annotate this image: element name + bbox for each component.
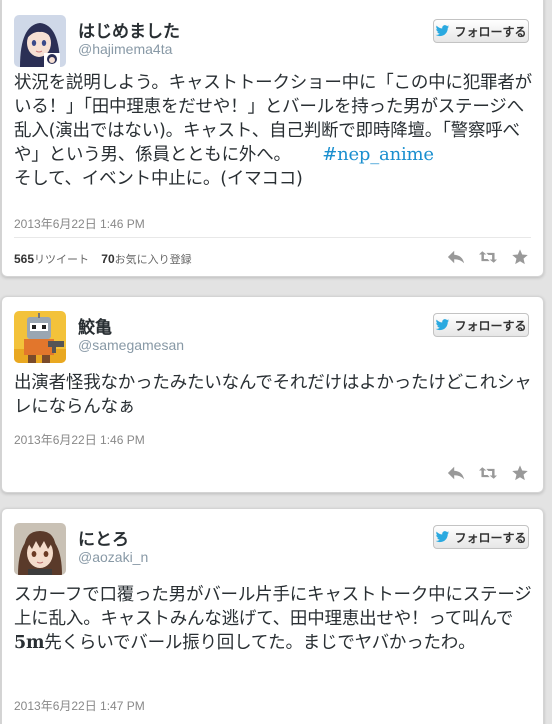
tweet-actions xyxy=(447,465,529,481)
user-handle[interactable]: @aozaki_n xyxy=(78,549,148,565)
tweet-text: スカーフで口覆った男がバール片手にキャストトーク中にステージ上に乱入。キャストみ… xyxy=(14,583,534,655)
user-name[interactable]: 鮫亀 xyxy=(78,313,112,338)
retweet-label: リツイート xyxy=(34,254,90,266)
avatar[interactable] xyxy=(14,523,66,575)
follow-button[interactable]: フォローする xyxy=(433,313,529,337)
user-name[interactable]: にとろ xyxy=(78,525,129,550)
anime-girl-avatar-icon xyxy=(14,15,66,67)
tweet-card: はじめました @hajimema4ta フォローする 状況を説明しよう。キャスト… xyxy=(1,0,544,277)
divider xyxy=(14,237,531,238)
reply-icon[interactable] xyxy=(447,249,465,265)
tweet-body: 状況を説明しよう。キャストトークショー中に「この中に犯罪者がいる！」「田中理恵を… xyxy=(14,73,532,165)
follow-label: フォローする xyxy=(454,530,527,545)
tweet-timestamp[interactable]: 2013年6月22日 1:46 PM xyxy=(14,215,145,232)
tweet-body-latin: 5m xyxy=(14,633,45,653)
follow-button[interactable]: フォローする xyxy=(433,525,529,549)
retweet-icon[interactable] xyxy=(479,249,497,265)
reply-icon[interactable] xyxy=(447,465,465,481)
bird-icon xyxy=(436,25,450,37)
user-handle[interactable]: @hajimema4ta xyxy=(78,41,172,57)
tweet-actions xyxy=(447,249,529,265)
tweet-body-end: 先くらいでバール振り回してた。まじでヤバかったわ。 xyxy=(44,633,476,653)
tweet-card: 鮫亀 @samegamesan フォローする 出演者怪我なかったみたいなんでそれ… xyxy=(1,296,544,493)
anime-boy-avatar-icon xyxy=(14,523,66,575)
tweet-text: 状況を説明しよう。キャストトークショー中に「この中に犯罪者がいる！」「田中理恵を… xyxy=(14,71,534,191)
retweet-icon[interactable] xyxy=(479,465,497,481)
user-handle[interactable]: @samegamesan xyxy=(78,337,184,353)
tweet-card: にとろ @aozaki_n フォローする スカーフで口覆った男がバール片手にキャ… xyxy=(1,508,544,724)
hashtag-link[interactable]: #nep_anime xyxy=(322,144,434,165)
user-name[interactable]: はじめました xyxy=(78,17,180,42)
favorite-icon[interactable] xyxy=(511,465,529,481)
avatar[interactable] xyxy=(14,15,66,67)
follow-label: フォローする xyxy=(454,24,527,39)
follow-label: フォローする xyxy=(454,318,527,333)
tweet-body: スカーフで口覆った男がバール片手にキャストトーク中にステージ上に乱入。キャストみ… xyxy=(14,585,532,629)
tweet-timestamp[interactable]: 2013年6月22日 1:46 PM xyxy=(14,431,145,448)
retweet-count[interactable]: 565 xyxy=(14,252,34,266)
favorite-icon[interactable] xyxy=(511,249,529,265)
avatar[interactable] xyxy=(14,311,66,363)
favorite-count[interactable]: 70 xyxy=(101,252,114,266)
robot-avatar-icon xyxy=(14,311,66,363)
tweet-text: 出演者怪我なかったみたいなんでそれだけはよかったけどこれシャレにならんなぁ xyxy=(14,373,532,417)
bird-icon xyxy=(436,319,450,331)
tweet-stats: 565リツイート 70お気に入り登録 xyxy=(14,251,192,267)
follow-button[interactable]: フォローする xyxy=(433,19,529,43)
tweet-body-end: そして、イベント中止に。(イマココ) xyxy=(14,169,303,189)
tweet-timestamp[interactable]: 2013年6月22日 1:47 PM xyxy=(14,697,145,714)
favorite-label: お気に入り登録 xyxy=(114,254,192,266)
bird-icon xyxy=(436,531,450,543)
